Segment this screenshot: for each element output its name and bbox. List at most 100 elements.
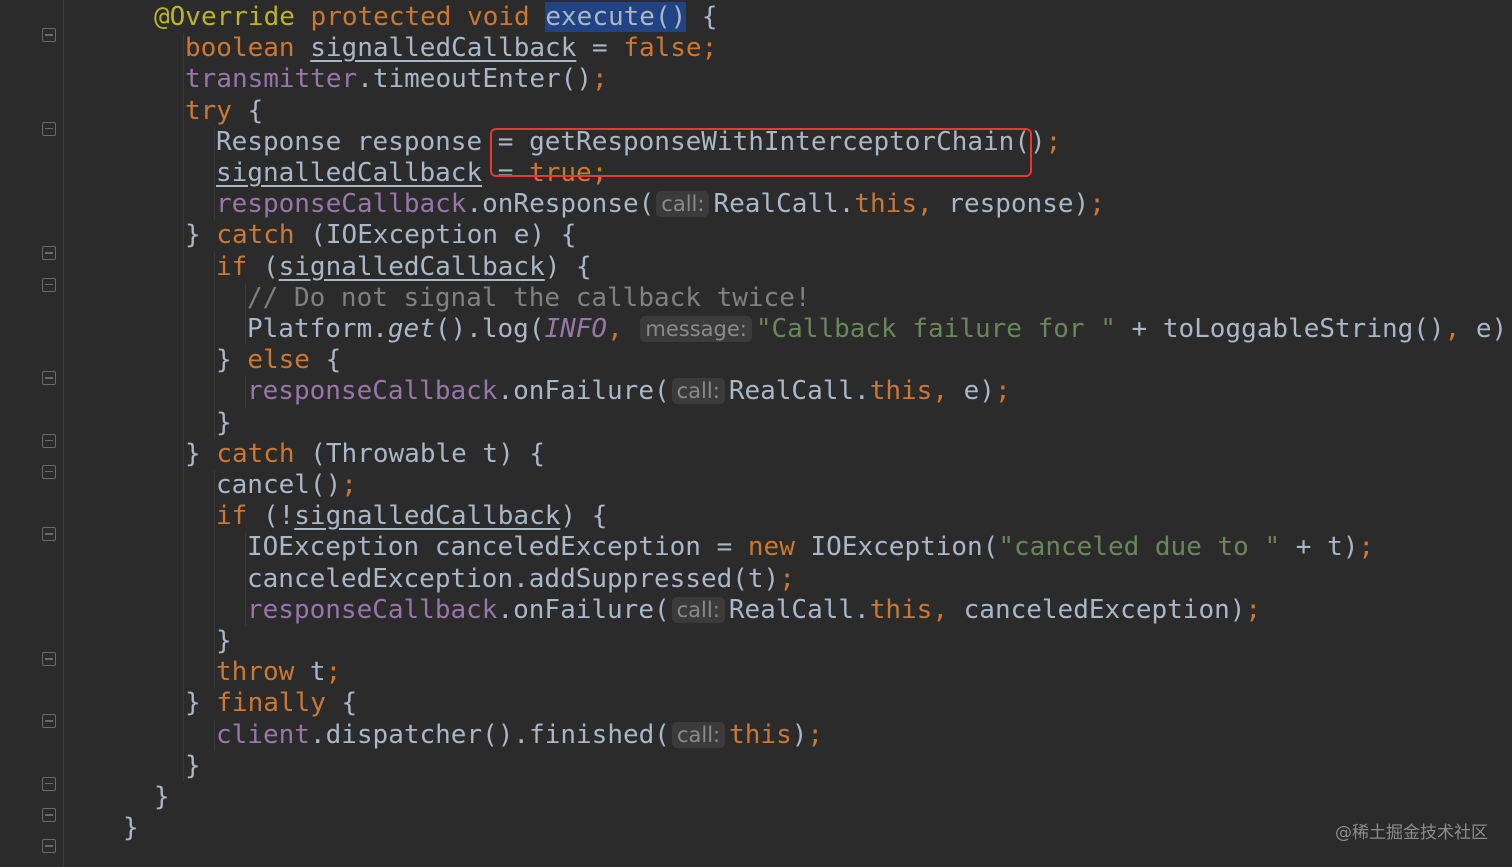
code-token: @Override [154, 2, 295, 32]
code-line[interactable]: client.dispatcher().finished(call: this); [216, 720, 823, 751]
code-line[interactable]: Platform.get().log(INFO, message: "Callba… [247, 314, 1512, 345]
indent-guide [214, 719, 215, 751]
code-token: t [294, 657, 326, 688]
code-line[interactable]: // Do not signal the callback twice! [247, 283, 811, 314]
code-line[interactable]: if (signalledCallback) { [216, 252, 592, 283]
code-token: (Throwable t) { [294, 438, 546, 469]
code-token: this [729, 719, 792, 750]
code-editor[interactable]: @Override protected void execute() {bool… [0, 0, 1512, 867]
code-token: RealCall. [713, 189, 855, 220]
code-line[interactable]: canceledException.addSuppressed(t); [247, 564, 795, 595]
code-line[interactable]: responseCallback.onResponse(call: RealCal… [216, 189, 1105, 220]
code-token: void [467, 2, 530, 32]
code-line[interactable]: responseCallback.onFailure(call: RealCall… [247, 376, 1011, 407]
code-token: , [916, 189, 933, 220]
indent-guide [214, 470, 215, 689]
code-token: ; [1507, 314, 1512, 344]
parameter-hint: call: [671, 721, 726, 748]
indent-guide [183, 33, 184, 782]
code-line[interactable]: } finally { [185, 688, 357, 719]
fold-marker-icon[interactable] [42, 371, 56, 386]
fold-marker-icon[interactable] [42, 121, 56, 136]
code-token: { [686, 2, 718, 32]
code-line[interactable]: } catch (Throwable t) { [185, 439, 545, 470]
code-token: ; [779, 563, 795, 594]
code-line[interactable]: } [216, 408, 232, 439]
code-line[interactable]: } [216, 626, 232, 657]
code-token: if [216, 501, 248, 532]
code-token: ; [807, 719, 824, 750]
code-token: RealCall. [728, 376, 870, 407]
code-token: responseCallback [247, 594, 498, 625]
fold-marker-icon[interactable] [42, 246, 56, 261]
indent-guide [214, 251, 215, 439]
code-token: ; [325, 657, 342, 688]
code-token: ; [1089, 189, 1105, 220]
code-token: } [216, 626, 232, 656]
code-token: (IOException e) { [294, 220, 577, 251]
code-token: , [1444, 314, 1461, 344]
code-token: .timeoutEnter() [357, 64, 592, 95]
fold-marker-icon[interactable] [42, 839, 56, 854]
code-token: Platform. [247, 314, 388, 344]
code-line[interactable]: responseCallback.onFailure(call: RealCall… [247, 595, 1261, 626]
code-line[interactable]: throw t; [216, 657, 341, 688]
code-line[interactable]: } catch (IOException e) { [185, 220, 576, 251]
code-token: INFO [544, 314, 608, 344]
code-line[interactable]: if (!signalledCallback) { [216, 501, 607, 532]
code-token: ) { [560, 501, 608, 532]
fold-marker-icon[interactable] [42, 776, 56, 791]
code-token: transmitter [185, 64, 358, 95]
code-token: signalledCallback [294, 501, 561, 532]
editor-gutter [0, 0, 82, 867]
code-line[interactable]: @Override protected void execute() { [154, 2, 718, 33]
code-line[interactable]: cancel(); [216, 470, 357, 501]
code-token: , [932, 376, 948, 407]
code-token: (! [247, 501, 295, 532]
code-token: responseCallback [247, 376, 498, 407]
fold-marker-icon[interactable] [42, 714, 56, 729]
fold-marker-icon[interactable] [42, 464, 56, 479]
code-token: IOException canceledException = [247, 532, 748, 563]
code-token: e) [1460, 314, 1508, 344]
code-token: ; [701, 33, 718, 64]
fold-marker-icon[interactable] [42, 433, 56, 448]
code-token: { [325, 688, 358, 719]
code-token: cancel() [216, 470, 342, 500]
indent-guide [214, 126, 215, 221]
fold-marker-icon[interactable] [42, 808, 56, 822]
code-token: if [216, 251, 248, 282]
fold-marker-icon[interactable] [42, 652, 56, 666]
code-token: ().log( [434, 314, 545, 344]
fold-marker-icon[interactable] [42, 277, 56, 292]
code-token: canceledException.addSuppressed(t) [247, 563, 780, 594]
code-token: signalledCallback [216, 158, 483, 188]
code-token: ; [1245, 594, 1262, 625]
code-token: new [747, 532, 795, 563]
code-token: RealCall. [728, 594, 870, 625]
code-token: get [387, 314, 435, 344]
code-token: e) [947, 376, 995, 407]
code-line[interactable]: IOException canceledException = new IOEx… [247, 532, 1374, 563]
string-literal: "Callback failure for " [755, 314, 1116, 344]
code-token: catch [216, 438, 295, 469]
code-token: { [231, 95, 264, 126]
fold-marker-icon[interactable] [42, 527, 56, 542]
code-token: finally [216, 688, 326, 719]
code-line[interactable]: } else { [216, 345, 341, 376]
code-line[interactable]: } [123, 813, 139, 844]
code-line[interactable]: try { [185, 96, 263, 127]
fold-marker-icon[interactable] [42, 28, 56, 42]
code-token: signalledCallback [278, 251, 545, 282]
code-line[interactable]: boolean signalledCallback = false; [185, 33, 717, 64]
string-literal: "canceled due to " [998, 532, 1281, 563]
parameter-hint: call: [671, 378, 725, 405]
code-line[interactable]: } [154, 782, 170, 813]
code-line[interactable]: } [185, 751, 201, 782]
code-token: IOException( [794, 532, 999, 563]
code-token: ; [1045, 126, 1062, 157]
code-line[interactable]: transmitter.timeoutEnter(); [185, 64, 608, 95]
